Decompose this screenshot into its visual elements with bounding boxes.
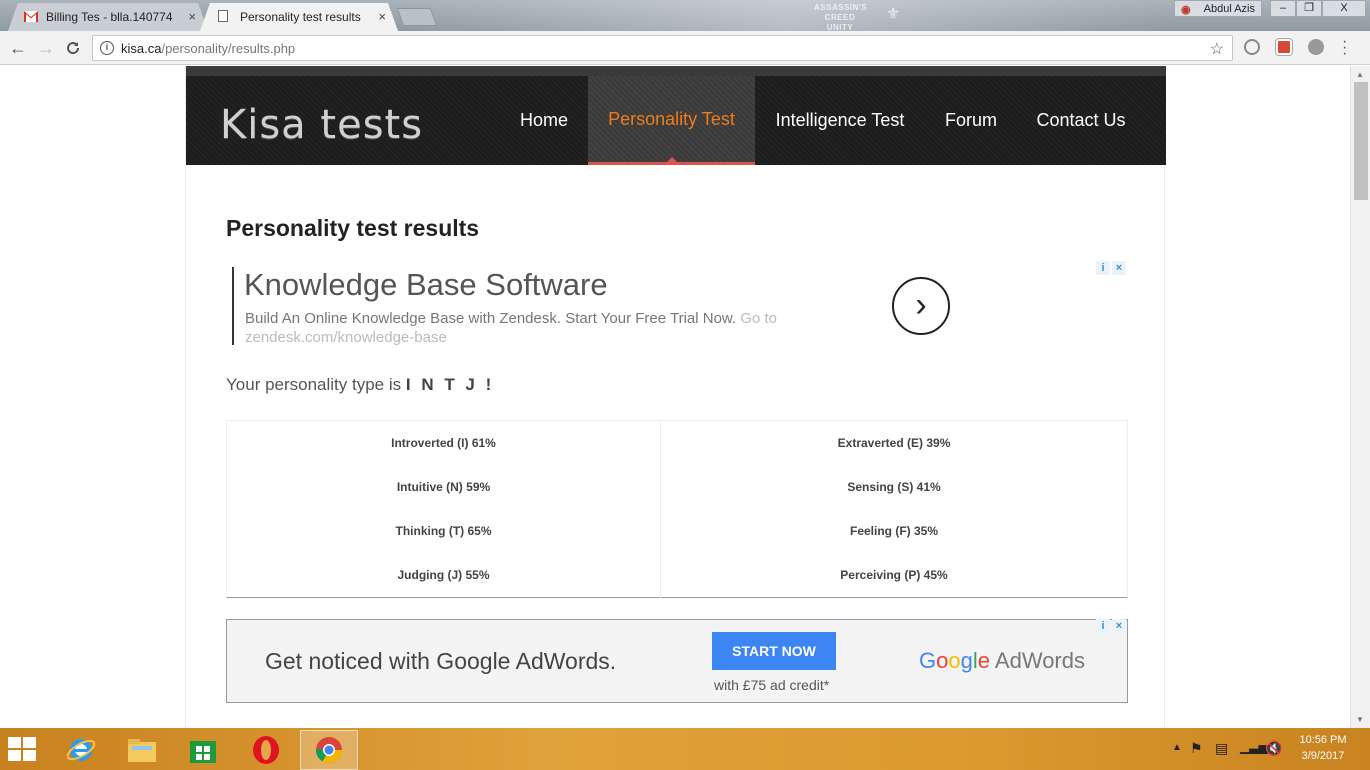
extension-icon[interactable] — [1275, 38, 1293, 56]
new-tab-button[interactable] — [396, 8, 438, 26]
result-introverted: Introverted (I) 61% — [391, 436, 496, 450]
reload-icon[interactable] — [62, 37, 84, 59]
ad-divider — [232, 267, 234, 345]
personality-type: I N T J ! — [405, 375, 495, 394]
result-thinking: Thinking (T) 65% — [395, 524, 492, 538]
result-prefix: Your personality type is — [226, 375, 402, 394]
cloud-extension-icon[interactable] — [1308, 39, 1324, 55]
taskbar-clock[interactable]: 10:56 PM 3/9/2017 — [1293, 732, 1353, 764]
scroll-thumb[interactable] — [1354, 82, 1368, 200]
opera-icon[interactable] — [237, 730, 295, 770]
ad-google-adwords[interactable]: Get noticed with Google AdWords. START N… — [226, 619, 1128, 703]
ad-description: Build An Online Knowledge Base with Zend… — [245, 309, 845, 347]
nav-personality-test[interactable]: Personality Test — [588, 76, 755, 165]
page-scrollbar[interactable]: ▲ ▼ — [1350, 66, 1370, 728]
ad-zendesk[interactable]: Knowledge Base Software Build An Online … — [226, 261, 1128, 351]
adchoices-close-icon[interactable]: × — [1112, 261, 1126, 275]
url-path: /personality/results.php — [161, 40, 296, 56]
tab-close-icon[interactable]: × — [378, 9, 386, 24]
nav-contact-us[interactable]: Contact Us — [1026, 76, 1136, 165]
tab-personality-results[interactable]: Personality test results × — [200, 3, 398, 31]
adchoices[interactable]: i × — [1096, 619, 1128, 633]
result-judging: Judging (J) 55% — [397, 568, 490, 582]
url-domain: kisa.ca — [121, 40, 162, 56]
results-table: Introverted (I) 61% Extraverted (E) 39% … — [226, 420, 1128, 598]
tab-title: Billing Tes - blla.140774 — [46, 10, 173, 24]
ad-description-text: Build An Online Knowledge Base with Zend… — [245, 310, 737, 327]
tab-close-icon[interactable]: × — [188, 9, 196, 24]
ad-title[interactable]: Knowledge Base Software — [244, 267, 608, 303]
start-now-button[interactable]: START NOW — [712, 632, 836, 670]
result-intuitive: Intuitive (N) 59% — [396, 480, 491, 494]
network-icon[interactable]: ▤ — [1215, 740, 1228, 757]
windows-taskbar — [0, 728, 1370, 770]
theme-emblem-icon: ⚜ — [886, 6, 901, 23]
close-window-button[interactable]: X — [1322, 0, 1366, 17]
site-logo[interactable]: Kisa tests — [220, 102, 423, 148]
bookmark-star-icon[interactable]: ☆ — [1210, 39, 1224, 59]
profile-icon: ◉ — [1181, 4, 1191, 16]
show-hidden-icons[interactable]: ▲ — [1172, 742, 1182, 753]
internet-explorer-icon[interactable] — [52, 730, 110, 770]
scroll-down-icon[interactable]: ▼ — [1356, 715, 1364, 724]
browser-menu-icon[interactable]: · · · — [1342, 34, 1347, 62]
signal-icon[interactable]: ▁▃▅ — [1240, 740, 1268, 754]
gmail-icon — [24, 11, 38, 22]
nav-intelligence-test[interactable]: Intelligence Test — [764, 76, 916, 165]
profile-name: Abdul Azis — [1203, 2, 1255, 15]
site-info-icon[interactable]: i — [100, 41, 114, 55]
titlebar-background — [400, 0, 1180, 31]
chrome-icon[interactable] — [300, 730, 358, 770]
adchoices-info-icon[interactable]: i — [1096, 261, 1110, 275]
volume-muted-icon[interactable]: 🔇 — [1265, 740, 1282, 757]
site-header: Kisa tests Home Personality Test Intelli… — [186, 66, 1166, 165]
flag-icon[interactable]: ⚑ — [1190, 740, 1203, 757]
clock-time: 10:56 PM — [1299, 734, 1347, 746]
address-bar[interactable]: i kisa.ca/personality/results.php ☆ — [92, 35, 1233, 61]
nav-home[interactable]: Home — [509, 76, 579, 165]
store-icon[interactable] — [174, 730, 232, 770]
start-button[interactable] — [8, 737, 38, 763]
tab-title: Personality test results — [240, 10, 361, 24]
result-extraverted: Extraverted (E) 39% — [837, 436, 951, 450]
forward-icon[interactable]: → — [35, 37, 57, 59]
profile-button[interactable]: ◉ Abdul Azis — [1174, 0, 1262, 17]
clock-date: 3/9/2017 — [1301, 750, 1345, 762]
personality-result: Your personality type is I N T J ! — [226, 375, 494, 395]
ad-headline[interactable]: Get noticed with Google AdWords. — [265, 648, 616, 675]
nav-forum[interactable]: Forum — [936, 76, 1006, 165]
google-adwords-logo: Google AdWords — [919, 648, 1085, 673]
globe-extension-icon[interactable] — [1244, 39, 1260, 55]
site-container: Kisa tests Home Personality Test Intelli… — [185, 66, 1166, 728]
adchoices-close-icon[interactable]: × — [1112, 619, 1126, 633]
theme-logo: ASSASSIN'S CREED UNITY — [814, 3, 868, 31]
adchoices[interactable]: i × — [1096, 261, 1128, 275]
page-icon — [218, 10, 228, 22]
result-sensing: Sensing (S) 41% — [847, 480, 941, 494]
ad-arrow-icon[interactable]: › — [892, 277, 950, 335]
tab-gmail[interactable]: Billing Tes - blla.140774 × — [8, 3, 208, 31]
page-title: Personality test results — [226, 215, 480, 241]
scroll-up-icon[interactable]: ▲ — [1356, 70, 1364, 79]
adchoices-info-icon[interactable]: i — [1096, 619, 1110, 633]
result-perceiving: Perceiving (P) 45% — [840, 568, 948, 582]
page-viewport: Kisa tests Home Personality Test Intelli… — [0, 66, 1350, 728]
result-feeling: Feeling (F) 35% — [849, 524, 938, 538]
maximize-button[interactable]: ❐ — [1296, 0, 1322, 17]
browser-titlebar: Billing Tes - blla.140774 × Personality … — [0, 0, 1370, 31]
file-explorer-icon[interactable] — [113, 730, 171, 770]
minimize-button[interactable]: – — [1270, 0, 1296, 17]
browser-toolbar: ← → i kisa.ca/personality/results.php ☆ … — [0, 31, 1370, 65]
back-icon[interactable]: ← — [7, 37, 29, 59]
ad-credit-text: with £75 ad credit* — [714, 677, 830, 693]
